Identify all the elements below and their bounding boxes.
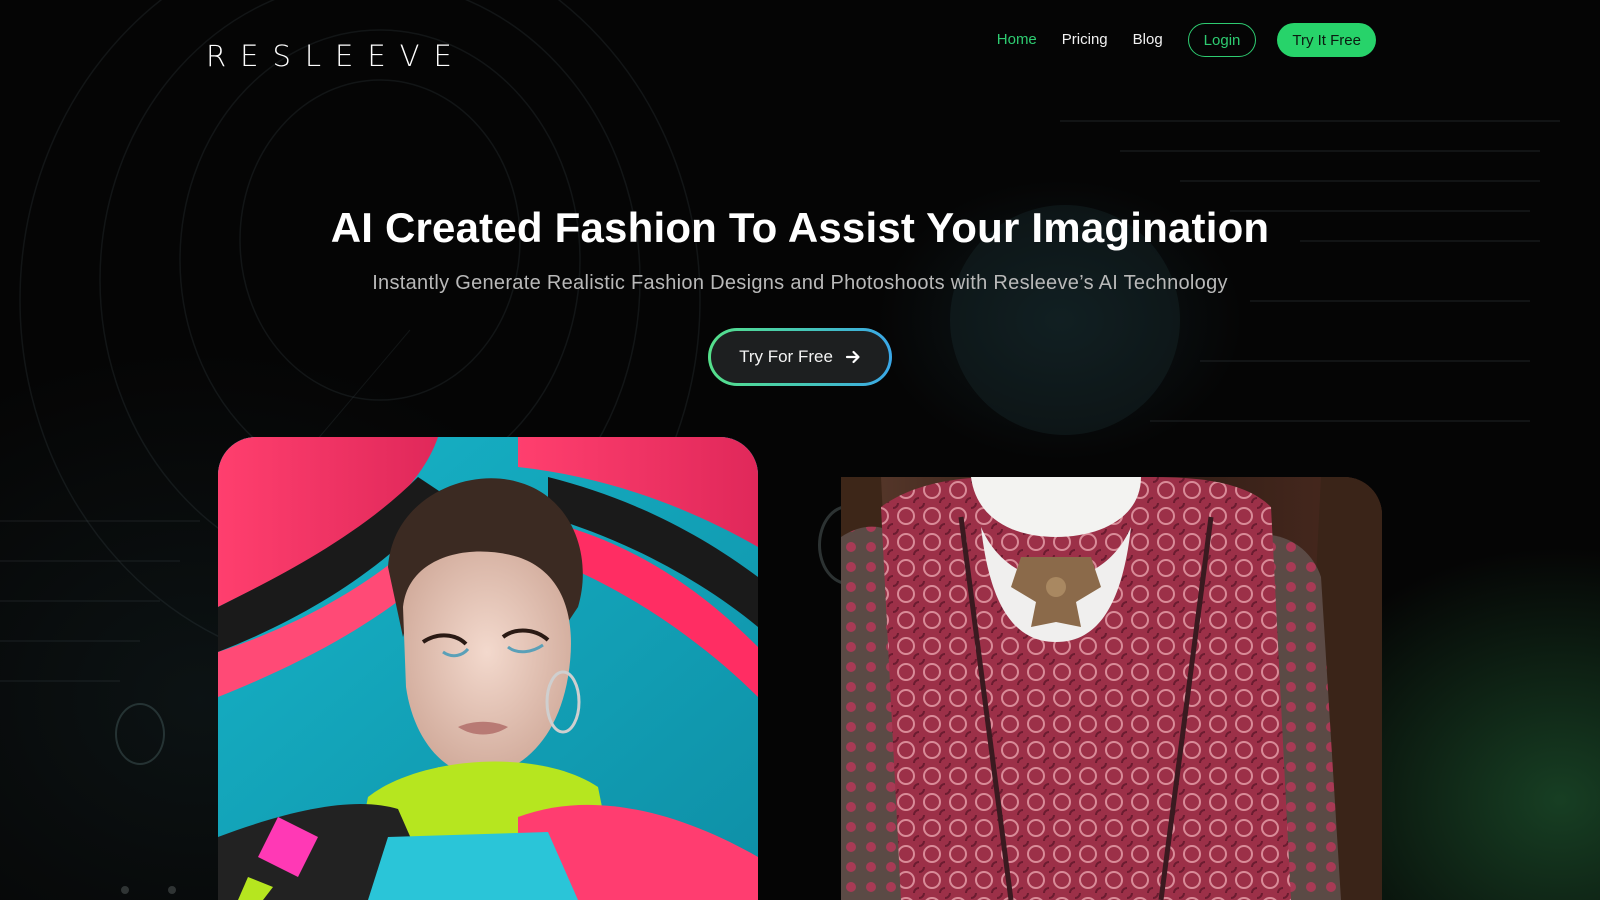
decor-ring xyxy=(115,703,165,765)
cta-label: Try For Free xyxy=(739,347,833,366)
try-for-free-button[interactable]: Try For Free xyxy=(708,328,892,386)
nav-pricing[interactable]: Pricing xyxy=(1062,22,1108,58)
arrow-right-icon xyxy=(845,349,861,365)
login-button[interactable]: Login xyxy=(1187,23,1257,57)
nav-blog[interactable]: Blog xyxy=(1133,22,1163,58)
hero-subtitle: Instantly Generate Realistic Fashion Des… xyxy=(372,272,1228,294)
lace-dress-photo xyxy=(841,477,1382,900)
hero-title: AI Created Fashion To Assist Your Imagin… xyxy=(330,204,1270,251)
cta-inner: Try For Free xyxy=(711,331,889,383)
main-nav: Home Pricing Blog Login Try It Free xyxy=(997,22,1376,58)
landing-page: RESLEEVE Home Pricing Blog Login Try It … xyxy=(0,0,1600,900)
fashion-model-portrait xyxy=(218,437,758,900)
brand-logo[interactable]: RESLEEVE xyxy=(206,38,466,74)
nav-home[interactable]: Home xyxy=(997,22,1037,58)
try-it-free-button[interactable]: Try It Free xyxy=(1277,23,1376,57)
